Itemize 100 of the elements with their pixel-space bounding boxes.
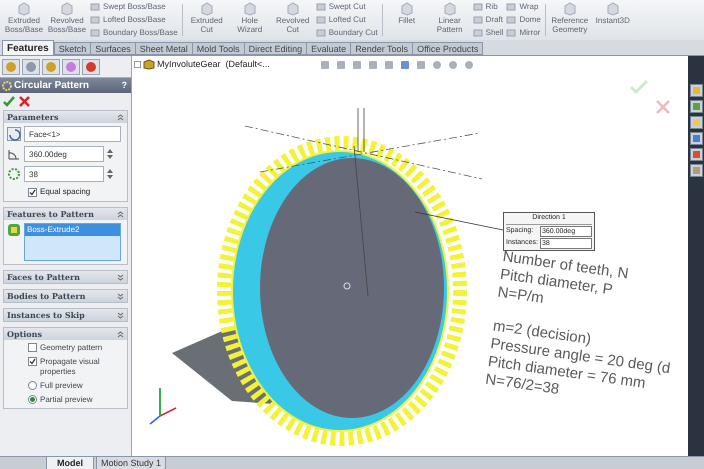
collapse-icon [117,210,124,218]
toolbar-button[interactable]: Hole Wizard [230,0,270,40]
axis-icon[interactable] [7,127,21,141]
section-header[interactable]: Features to Pattern [4,208,127,220]
tab[interactable]: Direct Editing [244,42,308,55]
instances-field[interactable]: 38 [24,166,104,182]
tool-icon [506,28,516,38]
tool-icon [604,2,621,16]
tool-icon [562,2,578,16]
panel-tab[interactable] [82,59,100,75]
option-label: Partial preview [40,395,94,405]
section-header[interactable]: Parameters [4,111,127,123]
help-button[interactable]: ? [120,78,129,92]
angle-field[interactable]: 360.00deg [24,146,104,162]
tool-icon [16,2,32,16]
tab[interactable]: Features [2,40,54,55]
pattern-icon [2,80,12,90]
panel-tab[interactable] [62,59,80,75]
tab[interactable]: Office Products [412,42,484,55]
toolbar-button[interactable]: Boundary Boss/Base [90,27,178,39]
task-pane-button[interactable] [690,148,702,161]
task-pane-button[interactable] [690,132,702,145]
axis-field[interactable]: Face<1> [24,126,121,142]
toolbar-button[interactable]: Swept Boss/Base [90,1,178,13]
expand-icon[interactable] [134,61,141,68]
radio-button[interactable] [28,381,37,390]
tab[interactable]: Sheet Metal [134,42,193,55]
tool-icon [442,2,458,16]
tool-icon [472,28,483,38]
toolbar-button[interactable]: Dome [506,14,541,26]
part-icon [143,59,155,70]
panel-tab[interactable] [42,59,60,75]
tab[interactable]: Motion Study 1 [96,457,166,469]
toolbar-button[interactable]: Lofted Cut [316,14,378,26]
instances-icon [7,167,21,181]
section-header[interactable]: Options [4,328,127,340]
toolbar-button[interactable]: Linear Pattern [430,0,470,40]
expand-icon [117,274,124,280]
toolbar-button[interactable]: Fillet [386,0,427,40]
tool-icon [198,2,215,16]
option-label: Full preview [40,381,84,391]
tab[interactable]: Surfaces [90,42,136,55]
tool-icon [506,15,516,25]
checkbox[interactable] [28,357,37,366]
toolbar-button[interactable]: Revolved Cut [272,0,313,40]
toolbar-button[interactable]: Extruded Boss/Base [4,0,44,40]
toolbar-button[interactable]: Revolved Boss/Base [47,0,87,40]
close-icon[interactable] [19,96,30,107]
panel-tab[interactable] [22,59,40,75]
tool-icon [59,2,75,16]
ok-icon[interactable] [3,96,15,107]
radio-button[interactable] [28,395,37,404]
collapse-icon [117,114,124,120]
tab[interactable]: Sketch [54,42,92,55]
tab[interactable]: Model [46,457,94,469]
tool-icon [316,15,326,25]
section-header[interactable]: Bodies to Pattern [4,290,127,302]
feature-icon [7,223,21,237]
expand-icon [117,292,124,300]
toolbar-button[interactable]: Boundary Cut [316,27,378,39]
option-label: Propagate visual properties [40,357,101,377]
tool-icon [472,15,483,25]
task-pane-button[interactable] [690,100,702,113]
tree-item[interactable]: MyInvoluteGear (Default<... [157,58,270,72]
toolbar-button[interactable]: Rib [472,1,504,13]
checkbox[interactable] [28,188,37,196]
panel-title: Circular Pattern [14,79,90,93]
section-header[interactable]: Instances to Skip [4,309,127,321]
tab[interactable]: Evaluate [306,42,352,55]
toolbar-button[interactable]: Shell [472,27,504,39]
toolbar-button[interactable]: Wrap [506,1,541,13]
toolbar-button[interactable]: Lofted Boss/Base [90,14,178,26]
task-pane-button[interactable] [690,164,702,177]
features-list[interactable]: Boss-Extrude2 [24,223,121,261]
tool-icon [506,2,516,12]
tab[interactable]: Mold Tools [192,42,245,55]
toolbar-button[interactable]: Extruded Cut [186,0,227,40]
tool-icon [472,2,483,12]
tab[interactable]: Render Tools [350,42,414,55]
expand-icon [117,312,124,318]
tool-icon [284,2,301,16]
tool-icon [316,28,326,38]
axis-triad-icon [149,387,177,425]
toolbar-button[interactable]: Draft [472,14,504,26]
tool-icon [316,2,326,12]
toolbar-button[interactable]: Instant3D [592,0,633,40]
spinner-icon[interactable] [107,148,113,160]
list-item[interactable]: Boss-Extrude2 [25,224,120,236]
collapse-icon [117,330,124,338]
checkbox[interactable] [28,343,37,352]
toolbar-button[interactable]: Mirror [506,27,541,39]
spinner-icon[interactable] [107,168,113,180]
task-pane-button[interactable] [690,84,702,97]
option-label: Geometry pattern [40,343,104,353]
task-pane-button[interactable] [690,116,702,129]
toolbar-button[interactable]: Swept Cut [316,1,378,13]
panel-tab[interactable] [2,59,20,75]
toolbar-button[interactable]: Reference Geometry [550,0,590,40]
tool-icon [398,2,415,16]
section-header[interactable]: Faces to Pattern [4,271,127,283]
